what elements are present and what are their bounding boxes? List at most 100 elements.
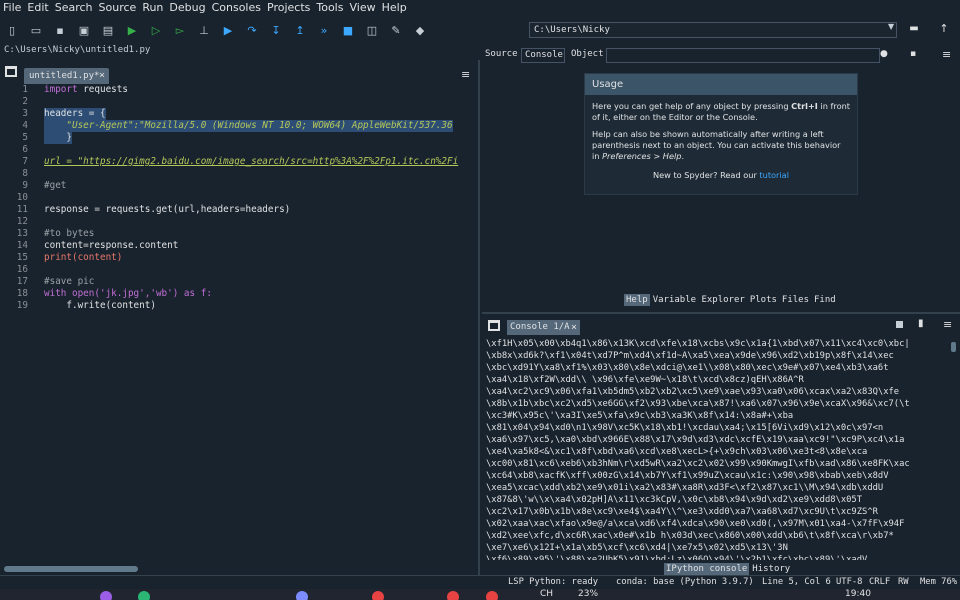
tab-files[interactable]: Files [779, 294, 811, 306]
new-file-icon[interactable]: ▯ [0, 19, 24, 41]
run-cell-advance-icon[interactable]: ▻ [168, 19, 192, 41]
folder-icon[interactable]: ▬ [905, 20, 923, 38]
code-line: 15 print(content) [0, 252, 472, 264]
save-all-icon[interactable]: ▣ [72, 19, 96, 41]
menu-search[interactable]: Search [52, 1, 96, 14]
save-icon[interactable]: ▪ [48, 19, 72, 41]
code-line: 4 "User-Agent":"Mozilla/5.0 (Windows NT … [0, 120, 472, 132]
working-directory-input[interactable]: C:\Users\Nicky [529, 22, 897, 38]
trash-icon[interactable]: ▮ [918, 318, 924, 329]
line-number: 3 [22, 108, 28, 119]
console-line: \xf6\x89\x95\'\x88\xe2UbK5\x91\xbd:Lz\x0… [486, 555, 868, 560]
editor-tab-bar: untitled1.py* × ≡ [0, 62, 478, 84]
close-icon[interactable]: × [99, 68, 105, 84]
code-text: url = "https://gimg2.baidu.com/image_sea… [44, 156, 459, 167]
debug-icon[interactable]: ▶ [216, 19, 240, 41]
tab-find[interactable]: Find [812, 294, 838, 306]
tab-history[interactable]: History [750, 563, 793, 575]
code-line: 2 [0, 96, 472, 108]
console-line: \xd2\xee\xfc,d\xc6R\xac\x0e#\x1b h\x03d\… [486, 531, 894, 541]
python-path-icon[interactable]: ◆ [408, 19, 432, 41]
continue-icon[interactable]: » [312, 19, 336, 41]
maximize-pane-icon[interactable]: ◫ [360, 19, 384, 41]
tab-plots[interactable]: Plots [747, 294, 779, 306]
menu-help[interactable]: Help [379, 1, 410, 14]
help-tab-bar: Help Variable Explorer Plots Files Find [624, 294, 839, 306]
menu-consoles[interactable]: Consoles [209, 1, 264, 14]
preferences-icon[interactable]: ✎ [384, 19, 408, 41]
lock-icon[interactable]: ● [880, 49, 888, 59]
tab-ipython-console[interactable]: IPython console [664, 563, 750, 575]
code-line: 19 f.write(content) [0, 300, 472, 312]
source-select[interactable]: Console [521, 48, 565, 63]
stop-debug-icon[interactable]: ■ [336, 19, 360, 41]
usage-new: New to Spyder? Read our tutorial [653, 170, 789, 180]
conda-status: conda: base (Python 3.9.7) [616, 577, 754, 587]
app-icon[interactable] [447, 591, 459, 600]
menu-tools[interactable]: Tools [313, 1, 346, 14]
code-text: #get [44, 180, 67, 191]
editor-horizontal-scrollbar[interactable] [0, 565, 478, 573]
console-line: \xa4\xc2\xc9\x06\xfa1\xb5dm5\xb2\xb2\xc5… [486, 387, 900, 397]
line-number: 2 [22, 96, 28, 107]
menu-file[interactable]: File [0, 1, 24, 14]
line-number: 16 [16, 264, 28, 275]
editor-tab-label: untitled1.py* [29, 71, 100, 81]
browse-tabs-icon[interactable] [5, 66, 17, 77]
scrollbar-thumb[interactable] [4, 566, 138, 572]
menu-source[interactable]: Source [96, 1, 140, 14]
object-input[interactable] [606, 48, 880, 63]
console-tab[interactable]: Console 1/A × [507, 320, 580, 335]
usage-title: Usage [585, 74, 857, 95]
hamburger-menu-icon[interactable]: ≡ [461, 68, 470, 81]
menu-run[interactable]: Run [139, 1, 166, 14]
app-icon[interactable] [486, 591, 498, 600]
input-method[interactable]: CH [540, 589, 553, 599]
step-icon[interactable]: ↷ [240, 19, 264, 41]
hamburger-menu-icon[interactable]: ≡ [942, 48, 951, 61]
code-text: response = requests.get(url,headers=head… [44, 204, 291, 215]
line-number: 5 [22, 132, 28, 143]
menu-edit[interactable]: Edit [24, 1, 51, 14]
gear-icon[interactable]: ▪ [910, 49, 916, 59]
code-text: "User-Agent":"Mozilla/5.0 (Windows NT 10… [44, 120, 453, 132]
line-number: 12 [16, 216, 28, 227]
step-return-icon[interactable]: ↥ [288, 19, 312, 41]
open-file-icon[interactable]: ▭ [24, 19, 48, 41]
code-line: 3 headers = { [0, 108, 472, 120]
scrollbar-thumb[interactable] [951, 342, 956, 352]
run-cell-icon[interactable]: ▷ [144, 19, 168, 41]
console-vertical-scrollbar[interactable] [950, 340, 957, 560]
close-icon[interactable]: × [571, 320, 577, 335]
menu-view[interactable]: View [346, 1, 378, 14]
browse-tabs-icon[interactable] [488, 320, 500, 331]
help-toolbar: Source Console Object ● ▪ ≡ [482, 48, 960, 64]
editor-file-path: C:\Users\Nicky\untitled1.py [4, 45, 151, 55]
editor-tab-untitled1[interactable]: untitled1.py* × [24, 68, 109, 84]
run-selection-icon[interactable]: ⊥ [192, 19, 216, 41]
run-icon[interactable]: ▶ [120, 19, 144, 41]
app-icon[interactable] [100, 591, 112, 600]
console-output[interactable]: \xf1H\x05\x00\xb4q1\x86\x13K\xcd\xfe\x18… [486, 338, 948, 560]
help-pane: Source Console Object ● ▪ ≡ Usage Here y… [482, 44, 960, 308]
tab-variable-explorer[interactable]: Variable Explorer [650, 294, 747, 306]
console-line: \xc2\x17\x0b\x1b\x8e\xc9\xe4$\xa4Y\\^\xe… [486, 507, 878, 517]
editor-pane: untitled1.py* × ≡ 1 import requests 2 3 he… [0, 60, 480, 575]
eol-status: CRLF [869, 577, 891, 587]
code-text: #save pic [44, 276, 95, 287]
arrow-up-icon[interactable]: ↑ [935, 20, 953, 38]
tutorial-link[interactable]: tutorial [759, 170, 789, 180]
line-number: 9 [22, 180, 28, 191]
print-icon[interactable]: ▤ [96, 19, 120, 41]
stop-icon[interactable] [896, 321, 903, 328]
hamburger-menu-icon[interactable]: ≡ [943, 318, 952, 331]
code-editor[interactable]: 1 import requests 2 3 headers = { 4 "User-… [0, 84, 472, 564]
app-icon[interactable] [372, 591, 384, 600]
tab-help[interactable]: Help [624, 294, 650, 306]
app-icon[interactable] [296, 591, 308, 600]
step-into-icon[interactable]: ↧ [264, 19, 288, 41]
chevron-down-icon[interactable]: ▼ [888, 22, 894, 31]
app-icon[interactable] [138, 591, 150, 600]
menu-projects[interactable]: Projects [264, 1, 313, 14]
menu-debug[interactable]: Debug [166, 1, 208, 14]
